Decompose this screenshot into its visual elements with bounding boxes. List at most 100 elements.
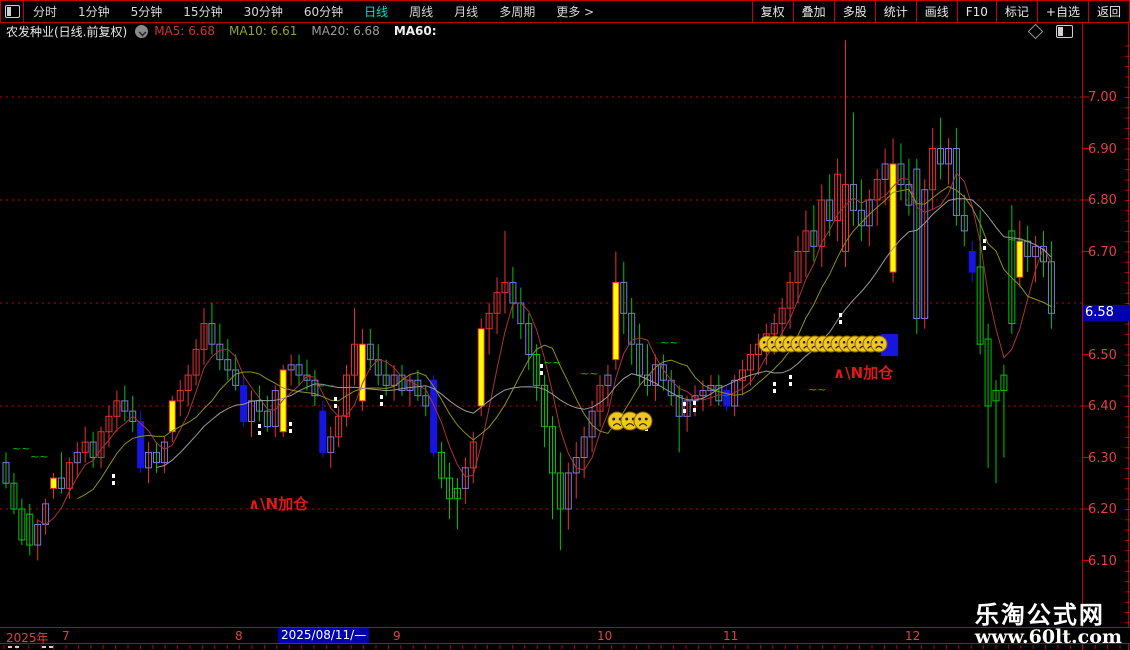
toolbar: 分时 1分钟 5分钟 15分钟 30分钟 60分钟 日线 周线 月线 多周期 更多 > 复权 叠加 多股… bbox=[0, 0, 1130, 23]
period-tab-60分钟[interactable]: 60分钟 bbox=[304, 3, 343, 20]
price-label: 6.10 bbox=[1088, 553, 1117, 569]
smiley-eye bbox=[826, 340, 830, 344]
smiley-eye bbox=[762, 340, 766, 344]
signal-dash-mark bbox=[789, 382, 792, 386]
date-axis[interactable]: 2025年 2025/08/11/— 7 8 9 10 11 12 bbox=[0, 627, 1130, 645]
period-tabs: 分时 1分钟 5分钟 15分钟 30分钟 60分钟 日线 周线 月线 多周期 更多 > bbox=[24, 3, 752, 20]
candlestick-chart[interactable]: ~~~~~~~~~~~~~~~~∧\N加仓∧\N加仓 bbox=[0, 0, 1130, 650]
action-button-叠加[interactable]: 叠加 bbox=[792, 1, 834, 22]
diamond-icon[interactable] bbox=[1027, 23, 1044, 40]
tilde-mark: ~~ bbox=[30, 450, 48, 463]
chart-title: 农发种业(日线.前复权) bbox=[6, 24, 128, 39]
action-button-多股[interactable]: 多股 bbox=[833, 1, 875, 22]
period-tab-15分钟[interactable]: 15分钟 bbox=[183, 3, 222, 20]
price-label: 6.80 bbox=[1088, 193, 1117, 208]
signal-dash-mark bbox=[258, 431, 261, 435]
ma60-value: MA60: bbox=[393, 24, 437, 38]
legend-icons bbox=[1027, 23, 1080, 40]
period-tab-1分钟[interactable]: 1分钟 bbox=[78, 3, 110, 20]
signal-dash-mark bbox=[289, 422, 292, 426]
smiley-eye bbox=[880, 340, 884, 344]
period-tab-日线[interactable]: 日线 bbox=[364, 3, 388, 20]
ma10-line bbox=[77, 186, 1052, 500]
sad-smiley-icon bbox=[870, 335, 888, 353]
signal-dash-mark bbox=[380, 402, 383, 406]
action-button-画线[interactable]: 画线 bbox=[915, 1, 957, 22]
price-label: 6.70 bbox=[1088, 244, 1117, 260]
month-label-11: 11 bbox=[723, 629, 739, 643]
period-tab-分时[interactable]: 分时 bbox=[33, 3, 57, 20]
action-button-F10[interactable]: F10 bbox=[956, 1, 996, 22]
signal-dash-mark bbox=[683, 402, 686, 406]
price-label: 6.50 bbox=[1088, 347, 1117, 363]
action-button-返回[interactable]: 返回 bbox=[1087, 1, 1129, 22]
split-window-icon bbox=[4, 5, 20, 18]
price-label: 6.30 bbox=[1088, 450, 1117, 466]
signal-dash-mark bbox=[540, 371, 543, 375]
signal-dash-mark bbox=[789, 375, 792, 379]
action-button-统计[interactable]: 统计 bbox=[874, 1, 916, 22]
period-tab-30分钟[interactable]: 30分钟 bbox=[244, 3, 283, 20]
chevron-down-icon[interactable] bbox=[135, 24, 149, 38]
tilde-mark: ~~ bbox=[543, 356, 561, 369]
action-button-复权[interactable]: 复权 bbox=[751, 1, 793, 22]
smiley-eye bbox=[810, 340, 814, 344]
cutoff-text-fragment bbox=[42, 646, 46, 648]
smiley-eye bbox=[770, 340, 774, 344]
smiley-eye bbox=[778, 340, 782, 344]
watermark-site-name: 乐淘公式网 bbox=[974, 601, 1105, 629]
price-label: 6.90 bbox=[1088, 141, 1117, 157]
smiley-eye bbox=[794, 340, 798, 344]
candle bbox=[968, 251, 976, 273]
watermark: 乐淘公式网 www.60lt.com bbox=[975, 603, 1122, 648]
smiley-eye bbox=[874, 340, 878, 344]
tilde-mark: ~~ bbox=[808, 383, 826, 396]
signal-dash-mark bbox=[773, 382, 776, 386]
candle bbox=[430, 379, 438, 453]
signal-dash-mark bbox=[112, 474, 115, 478]
month-label-12: 12 bbox=[905, 629, 921, 643]
action-buttons: 复权 叠加 多股 统计 画线 F10 标记 +自选 返回 bbox=[751, 1, 1129, 22]
candle bbox=[358, 343, 366, 402]
period-tab-5分钟[interactable]: 5分钟 bbox=[131, 3, 163, 20]
pane-layout-icon[interactable] bbox=[1056, 25, 1073, 38]
sad-smiley-icon bbox=[633, 411, 653, 431]
month-label-10: 10 bbox=[597, 629, 613, 643]
smiley-eye bbox=[644, 417, 648, 421]
buy-signal-text: ∧\N加仓 bbox=[248, 495, 309, 513]
buy-signal-text: ∧\N加仓 bbox=[833, 364, 894, 382]
smiley-eye bbox=[638, 417, 642, 421]
smiley-eye bbox=[858, 340, 862, 344]
action-button-标记[interactable]: 标记 bbox=[995, 1, 1037, 22]
smiley-eye bbox=[850, 340, 854, 344]
ma5-line bbox=[37, 172, 1052, 526]
smiley-eye bbox=[786, 340, 790, 344]
price-label: 6.40 bbox=[1088, 399, 1117, 414]
smiley-eye bbox=[612, 417, 616, 421]
tilde-mark: ~~ bbox=[316, 379, 334, 392]
month-label-7: 7 bbox=[62, 629, 70, 643]
tilde-mark: ~~ bbox=[660, 336, 678, 349]
action-button-+自选[interactable]: +自选 bbox=[1036, 1, 1088, 22]
watermark-url: www.60lt.com bbox=[974, 626, 1122, 648]
smiley-eye bbox=[866, 340, 870, 344]
period-tab-多周期[interactable]: 多周期 bbox=[499, 3, 535, 20]
signal-dash-mark bbox=[983, 246, 986, 250]
price-label: 7.00 bbox=[1088, 90, 1117, 105]
cutoff-text-fragment bbox=[8, 646, 12, 648]
period-tab-月线[interactable]: 月线 bbox=[454, 3, 478, 20]
signal-dash-mark bbox=[380, 395, 383, 399]
signal-dash-mark bbox=[839, 320, 842, 324]
period-tab-更多 >[interactable]: 更多 > bbox=[556, 3, 594, 20]
app-window: ~~ ~~ ~~ ~~ ~~ ~~ ~~ ~~ ∧\N加仓 ∧\N加仓 分时 1分钟 5分钟 15分钟 3… bbox=[0, 0, 1130, 650]
signal-dash-mark bbox=[773, 389, 776, 393]
period-tab-周线[interactable]: 周线 bbox=[409, 3, 433, 20]
signal-dash-mark bbox=[334, 397, 337, 401]
price-label: 6.20 bbox=[1088, 502, 1117, 517]
legend-row: 农发种业(日线.前复权) MA5: 6.68 MA10: 6.61 MA20: … bbox=[0, 22, 1082, 40]
window-split-button[interactable] bbox=[1, 1, 24, 22]
signal-dash-mark bbox=[334, 404, 337, 408]
tilde-mark: ~~ bbox=[1007, 233, 1025, 246]
smiley-eye bbox=[834, 340, 838, 344]
cutoff-text-fragment bbox=[49, 646, 53, 648]
